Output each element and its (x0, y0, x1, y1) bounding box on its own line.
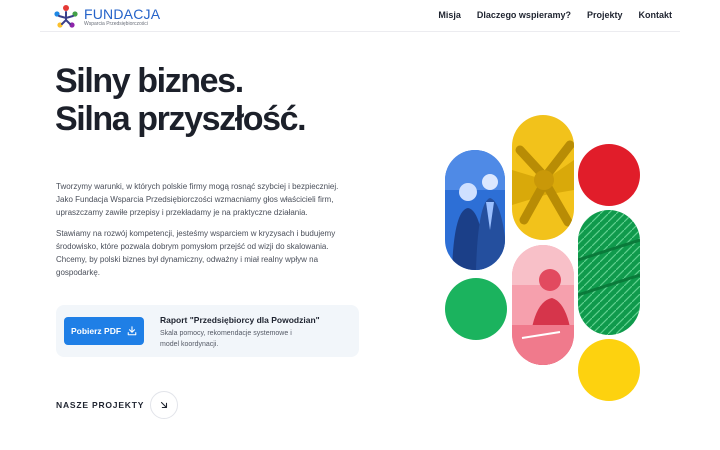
nav-kontakt[interactable]: Kontakt (639, 10, 673, 20)
collage-photo-student (512, 245, 574, 365)
collage-photo-solar (578, 210, 640, 335)
foundation-logo-icon (54, 5, 78, 28)
nav-projekty[interactable]: Projekty (587, 10, 623, 20)
headline-line-2: Silna przyszłość. (55, 100, 307, 138)
main-nav: Misja Dlaczego wspieramy? Projekty Konta… (438, 10, 672, 20)
site-header: FUNDACJA Wsparcia Przedsiębiorczości Mis… (0, 0, 720, 32)
projects-link[interactable]: NASZE PROJEKTY (56, 391, 179, 419)
arrow-down-right-icon (161, 401, 168, 409)
report-title: Raport "Przedsiębiorcy dla Powodzian" (160, 315, 320, 325)
hero-paragraph-1: Tworzymy warunki, w których polskie firm… (56, 182, 339, 217)
hero-paragraph-2: Stawiamy na rozwój kompetencji, jesteśmy… (56, 229, 336, 277)
report-card: Pobierz PDF Raport "Przedsiębiorcy dla P… (56, 305, 359, 357)
collage-photo-team (445, 150, 505, 270)
header-divider (40, 31, 680, 32)
collage-green-circle (445, 278, 507, 340)
logo-title: FUNDACJA (84, 6, 161, 22)
hero-collage (445, 115, 640, 401)
report-description: Skala pomocy, rekomendacje systemowe i m… (160, 330, 292, 348)
nav-misja[interactable]: Misja (438, 10, 461, 20)
nav-dlaczego-wspieramy[interactable]: Dlaczego wspieramy? (477, 10, 571, 20)
logo-subtitle: Wsparcia Przedsiębiorczości (84, 21, 148, 27)
download-pdf-label: Pobierz PDF (70, 326, 122, 336)
collage-yellow-circle (578, 339, 640, 401)
headline-line-1: Silny biznes. (55, 62, 244, 100)
download-pdf-button[interactable]: Pobierz PDF (64, 317, 144, 345)
logo[interactable]: FUNDACJA Wsparcia Przedsiębiorczości (52, 3, 160, 31)
collage-red-circle (578, 144, 640, 206)
hero-headline: Silny biznes. Silna przyszłość. (55, 62, 307, 138)
projects-arrow-button[interactable] (150, 391, 179, 419)
projects-label: NASZE PROJEKTY (56, 400, 145, 410)
collage-photo-hands (512, 115, 574, 240)
download-icon (127, 326, 137, 336)
